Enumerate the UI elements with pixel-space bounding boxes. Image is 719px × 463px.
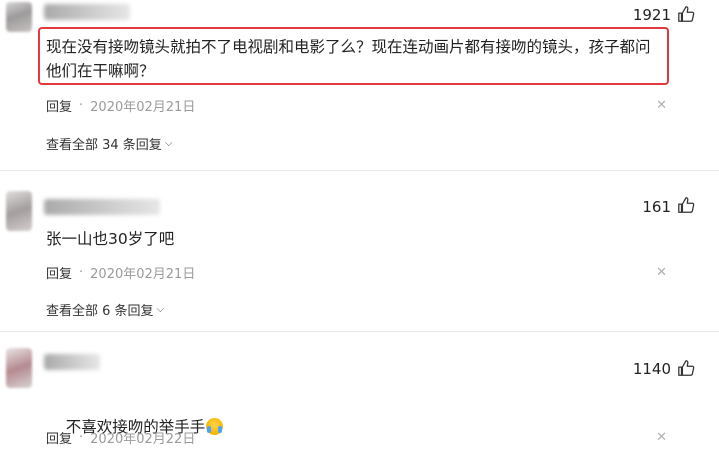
comment-meta: 回复 · 2020年02月21日 — [46, 263, 195, 282]
comment-meta: 回复 · 2020年02月21日 — [46, 96, 195, 115]
comment-item: 1921 现在没有接吻镜头就拍不了电视剧和电影了么？现在连动画片都有接吻的镜头，… — [0, 0, 719, 170]
chevron-down-icon: ⌵ — [164, 138, 173, 149]
comment-item: 1140 不喜欢接吻的举手手 回复 · 2020年02月22日 ✕ — [0, 332, 719, 456]
separator-dot: · — [79, 265, 84, 280]
view-all-label: 查看全部 34 条回复 — [46, 138, 162, 153]
thumbs-up-icon[interactable] — [677, 196, 695, 214]
close-icon[interactable]: ✕ — [656, 98, 667, 113]
like-count: 1921 — [632, 6, 671, 24]
reply-button[interactable]: 回复 — [46, 263, 72, 282]
comment-meta: 回复 · 2020年02月22日 — [46, 428, 195, 447]
username[interactable] — [44, 199, 160, 215]
separator-dot: · — [79, 98, 84, 113]
crying-laughing-emoji-icon — [206, 418, 224, 435]
comment-date: 2020年02月22日 — [90, 432, 196, 447]
reply-button[interactable]: 回复 — [46, 428, 72, 447]
like-count: 1140 — [632, 360, 671, 378]
close-icon[interactable]: ✕ — [656, 265, 667, 280]
avatar[interactable] — [6, 191, 32, 231]
comment-text: 现在没有接吻镜头就拍不了电视剧和电影了么？现在连动画片都有接吻的镜头，孩子都问 … — [46, 38, 651, 80]
like-count: 161 — [642, 198, 671, 216]
view-all-replies-link[interactable]: 查看全部 34 条回复 ⌵ — [46, 134, 172, 153]
reply-button[interactable]: 回复 — [46, 96, 72, 115]
comment-text: 不喜欢接吻的举手手 — [46, 391, 224, 463]
username[interactable] — [44, 4, 130, 20]
chevron-down-icon: ⌵ — [156, 304, 165, 315]
comment-date: 2020年02月21日 — [90, 267, 196, 282]
comment-text: 张一山也30岁了吧 — [46, 230, 175, 248]
avatar[interactable] — [6, 2, 32, 32]
thumbs-up-icon[interactable] — [677, 359, 695, 377]
separator-dot: · — [79, 430, 84, 445]
view-all-replies-link[interactable]: 查看全部 6 条回复 ⌵ — [46, 300, 164, 319]
avatar[interactable] — [6, 348, 32, 388]
comment-item: 161 张一山也30岁了吧 回复 · 2020年02月21日 ✕ 查看全部 6 … — [0, 171, 719, 331]
comment-date: 2020年02月21日 — [90, 100, 196, 115]
close-icon[interactable]: ✕ — [656, 430, 667, 445]
username[interactable] — [44, 354, 100, 370]
view-all-label: 查看全部 6 条回复 — [46, 304, 154, 319]
thumbs-up-icon[interactable] — [677, 5, 695, 23]
